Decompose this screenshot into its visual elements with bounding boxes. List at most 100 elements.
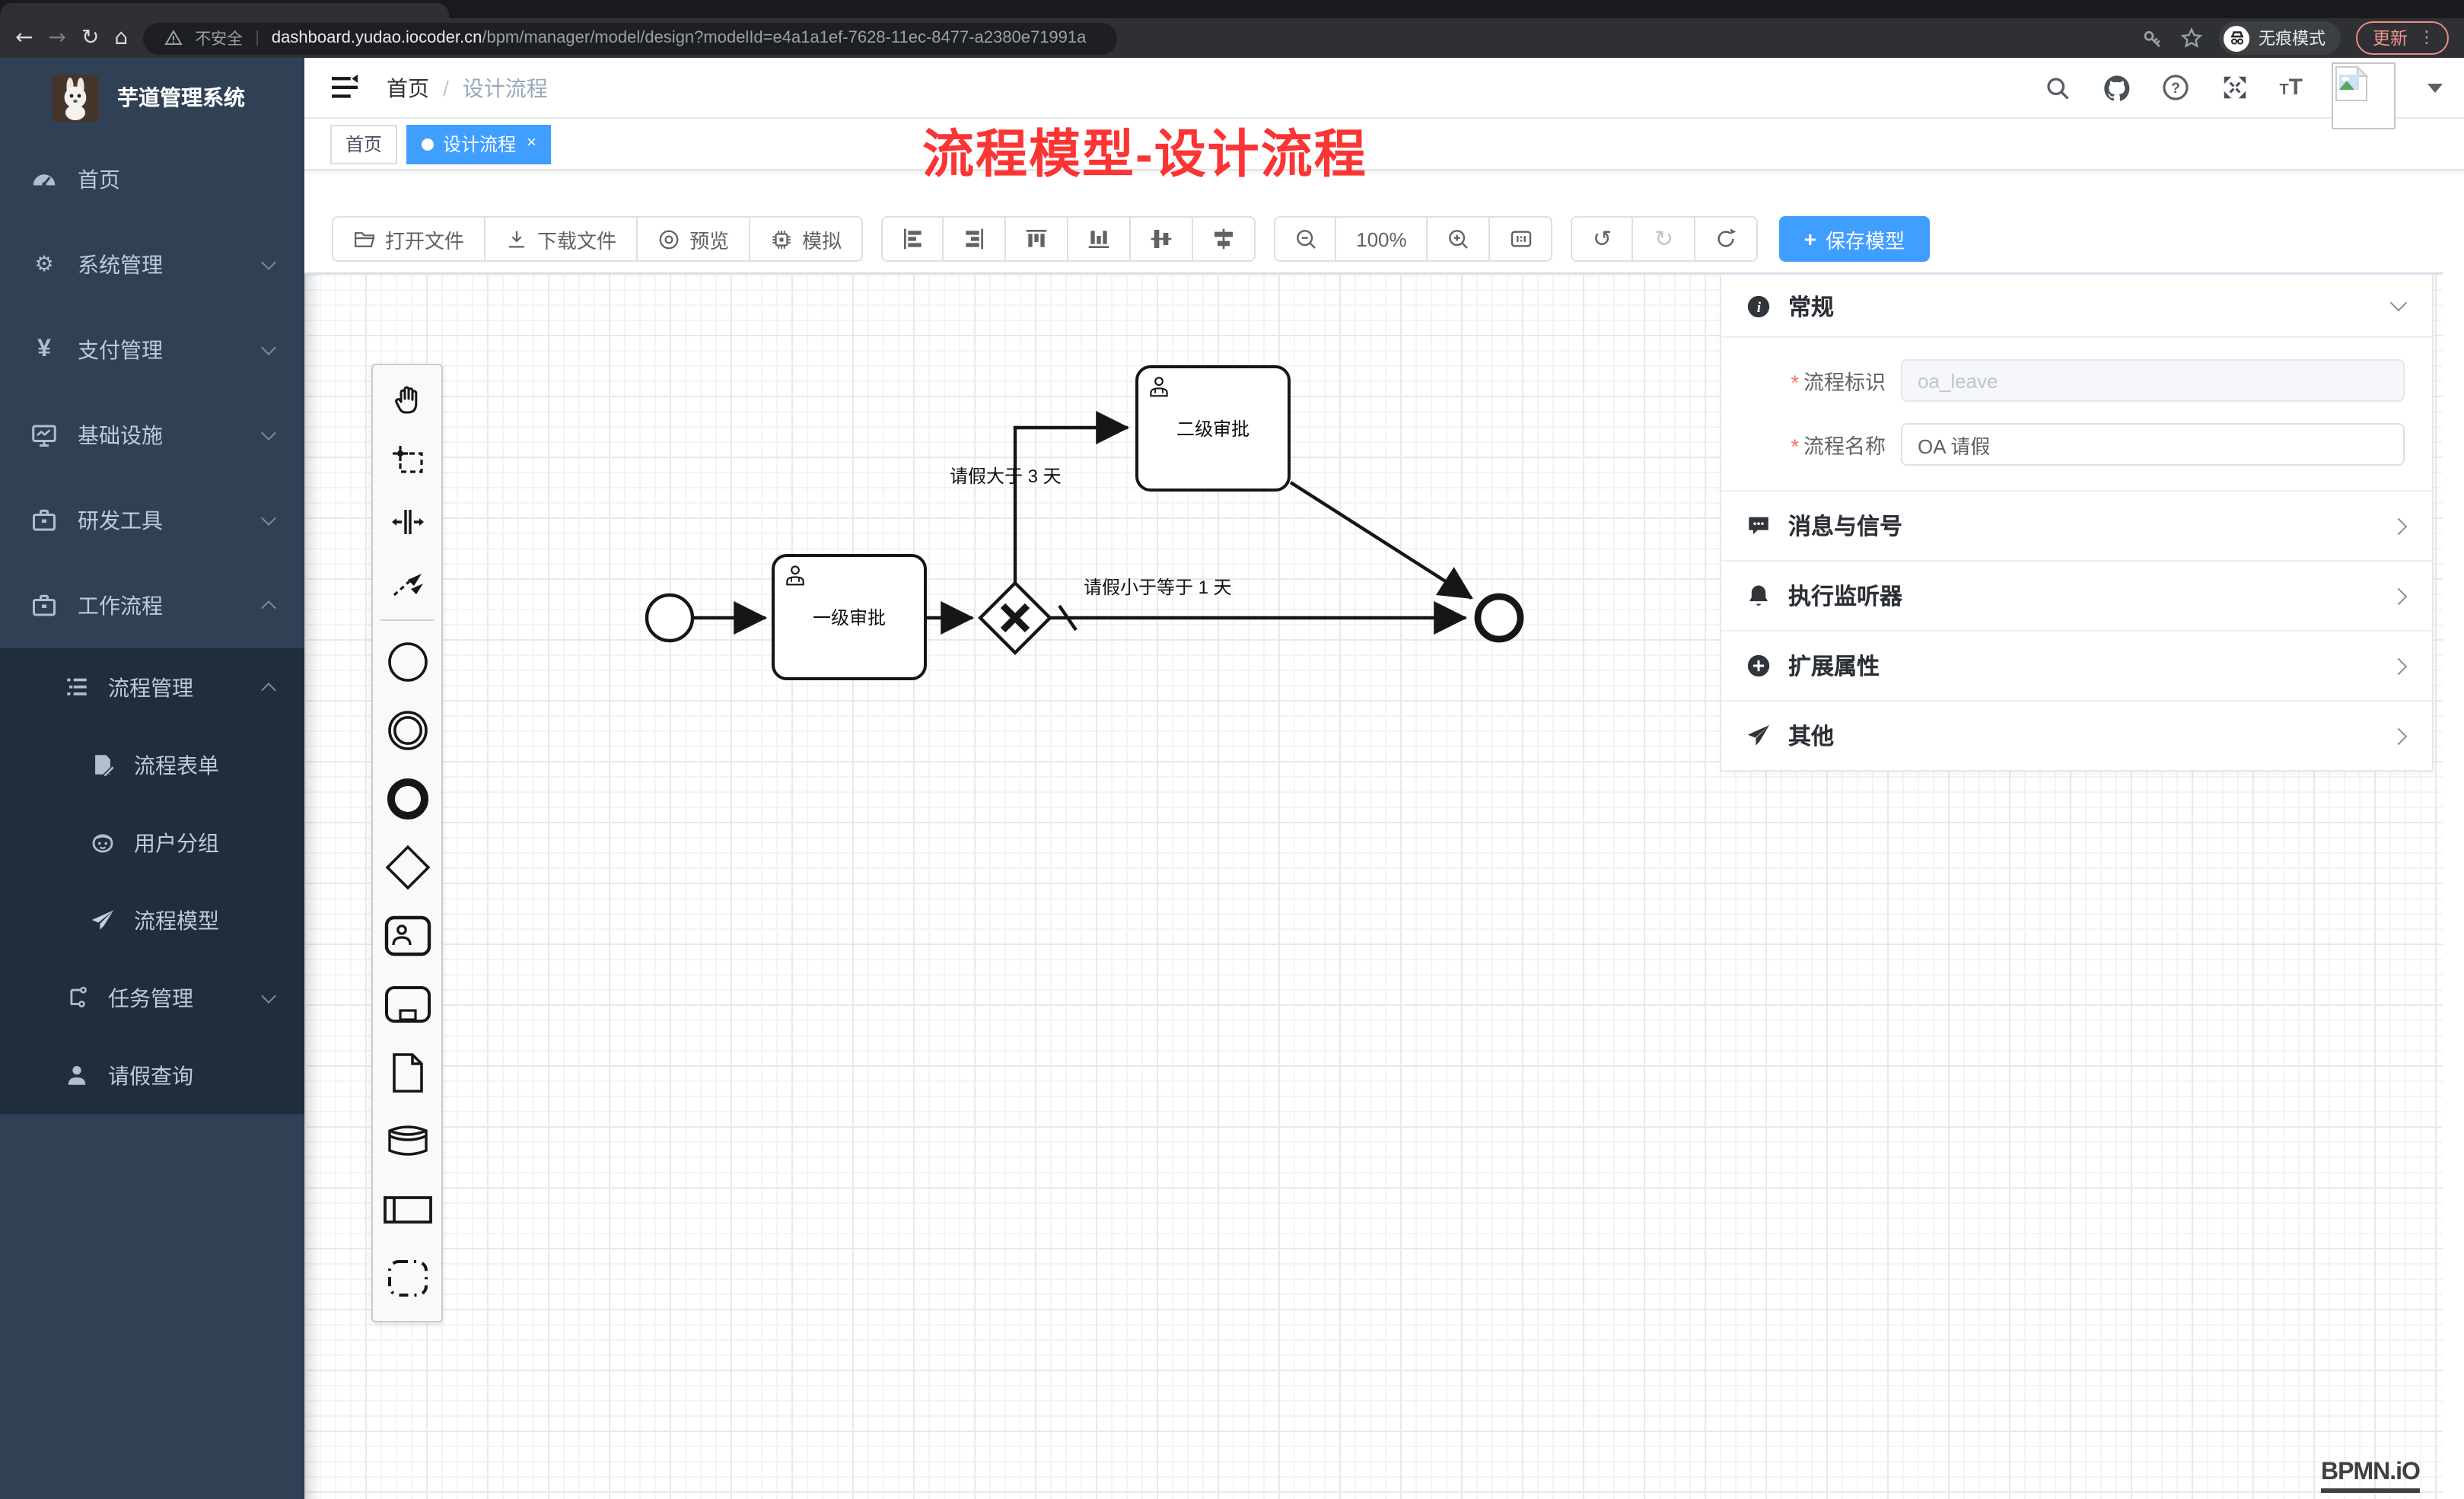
zoom-out-button[interactable] — [1274, 216, 1336, 262]
process-name-input[interactable] — [1901, 423, 2405, 466]
github-icon[interactable] — [2101, 72, 2131, 103]
refresh-button[interactable] — [1696, 216, 1759, 262]
sidebar-item-home[interactable]: 首页 — [0, 137, 304, 222]
sidebar-item-infra[interactable]: 基础设施 — [0, 393, 304, 478]
flow-label-lte-1-day[interactable]: 请假小于等于 1 天 — [1084, 574, 1232, 600]
exclusive-gateway[interactable] — [977, 580, 1053, 656]
sidebar-item-user-group[interactable]: 用户分组 — [0, 804, 304, 881]
button-label: 模拟 — [802, 224, 842, 253]
breadcrumb-home[interactable]: 首页 — [387, 72, 429, 103]
simulate-button[interactable]: 模拟 — [750, 216, 863, 262]
list-icon — [64, 674, 90, 700]
toolbox-icon — [30, 507, 58, 534]
align-button-group — [881, 216, 1256, 262]
browser-active-tab[interactable] — [0, 3, 449, 18]
paper-plane-icon — [90, 907, 116, 933]
section-extension-attrs[interactable]: 扩展属性 — [1721, 630, 2432, 700]
align-left-button[interactable] — [881, 216, 944, 262]
active-tab-dot-icon — [422, 138, 434, 150]
section-general[interactable]: i 常规 — [1721, 275, 2432, 336]
back-icon[interactable]: ← — [15, 27, 33, 49]
chevron-down-icon — [261, 988, 276, 1003]
avatar-dropdown-caret-icon[interactable] — [2427, 83, 2443, 92]
sidebar-item-task-mgmt[interactable]: 任务管理 — [0, 959, 304, 1036]
url-domain: dashboard.yudao.iocoder.cn — [272, 29, 482, 47]
font-size-icon[interactable]: TT — [2279, 75, 2303, 100]
tab-home[interactable]: 首页 — [330, 124, 397, 164]
avatar[interactable] — [2332, 62, 2396, 129]
tab-close-icon[interactable]: × — [527, 135, 536, 152]
designer-toolbar: 打开文件 下载文件 预览 模拟 — [304, 170, 2464, 272]
url-bar[interactable]: 不安全 | dashboard.yudao.iocoder.cn/bpm/man… — [143, 22, 1117, 54]
tab-design-process[interactable]: 设计流程 × — [406, 124, 552, 164]
align-hcenter-button[interactable] — [1193, 216, 1256, 262]
search-icon[interactable] — [2042, 72, 2072, 103]
section-other[interactable]: 其他 — [1721, 700, 2432, 770]
home-icon[interactable]: ⌂ — [114, 27, 128, 49]
preview-button[interactable]: 预览 — [638, 216, 750, 262]
button-label: 保存模型 — [1826, 224, 1905, 253]
align-bottom-button[interactable] — [1068, 216, 1131, 262]
toolbox-icon — [30, 592, 58, 619]
sidebar-fold-icon[interactable] — [330, 75, 359, 100]
task-first-approval[interactable]: 一级审批 — [772, 554, 927, 680]
form-edit-icon — [90, 752, 116, 778]
sidebar-item-devtools[interactable]: 研发工具 — [0, 478, 304, 563]
info-icon: i — [1746, 293, 1772, 319]
sidebar-item-system[interactable]: ⚙ 系统管理 — [0, 222, 304, 307]
sidebar-item-leave-query[interactable]: 请假查询 — [0, 1036, 304, 1114]
sidebar-item-workflow[interactable]: 工作流程 — [0, 563, 304, 648]
sidebar-item-label: 流程模型 — [134, 905, 219, 935]
sidebar-item-process-model[interactable]: 流程模型 — [0, 881, 304, 959]
undo-button[interactable]: ↺ — [1571, 216, 1634, 262]
flow-label-greater-3-days[interactable]: 请假大于 3 天 — [950, 463, 1062, 489]
reload-icon[interactable]: ↻ — [81, 27, 99, 49]
plus-circle-icon — [1746, 653, 1772, 679]
redo-button[interactable]: ↻ — [1634, 216, 1696, 262]
open-file-button[interactable]: 打开文件 — [332, 216, 485, 262]
section-title: 扩展属性 — [1788, 650, 1880, 682]
chevron-right-icon — [2390, 587, 2408, 605]
sidebar-item-label: 研发工具 — [78, 505, 163, 536]
section-title: 其他 — [1788, 720, 1834, 752]
align-vcenter-button[interactable] — [1131, 216, 1193, 262]
workflow-submenu: 流程管理 流程表单 用户分组 — [0, 648, 304, 1114]
logo-rabbit-image — [52, 74, 99, 121]
plus-icon: + — [1804, 228, 1816, 250]
button-label: 预览 — [689, 224, 729, 253]
align-top-button[interactable] — [1006, 216, 1068, 262]
sidebar-item-process-form[interactable]: 流程表单 — [0, 726, 304, 804]
zoom-level-value: 100% — [1356, 228, 1407, 250]
bpmn-canvas[interactable]: 一级审批 二级审批 请假大于 3 天 请假小于等于 1 天 — [304, 272, 2443, 1499]
header-actions: ? TT — [2042, 46, 2443, 129]
chevron-right-icon — [2390, 517, 2408, 535]
bpmn-io-watermark[interactable]: BPMN.iO — [2321, 1459, 2420, 1493]
zoom-in-button[interactable] — [1428, 216, 1491, 262]
section-message-signal[interactable]: 消息与信号 — [1721, 490, 2432, 560]
sidebar-item-process-mgmt[interactable]: 流程管理 — [0, 648, 304, 726]
sidebar-item-label: 流程管理 — [108, 672, 193, 702]
section-execution-listener[interactable]: 执行监听器 — [1721, 560, 2432, 630]
zoom-level: 100% — [1336, 216, 1428, 262]
help-icon[interactable]: ? — [2160, 72, 2191, 103]
task-second-approval[interactable]: 二级审批 — [1135, 365, 1291, 492]
bell-icon — [1746, 583, 1772, 609]
end-event[interactable] — [1473, 592, 1525, 644]
download-file-button[interactable]: 下载文件 — [485, 216, 638, 262]
start-event[interactable] — [644, 592, 696, 644]
chevron-right-icon — [2390, 727, 2408, 745]
svg-text:?: ? — [2172, 81, 2181, 97]
save-model-button[interactable]: + 保存模型 — [1780, 216, 1929, 262]
app-logo[interactable]: 芋道管理系统 — [0, 58, 304, 137]
forward-icon[interactable]: → — [48, 27, 65, 49]
monitor-icon — [30, 422, 58, 449]
sidebar-item-payment[interactable]: ¥ 支付管理 — [0, 307, 304, 393]
process-key-input[interactable] — [1901, 359, 2405, 402]
zoom-reset-button[interactable] — [1491, 216, 1553, 262]
align-right-button[interactable] — [944, 216, 1006, 262]
tab-label: 设计流程 — [443, 131, 516, 157]
fullscreen-icon[interactable] — [2220, 72, 2250, 103]
browser-menu-dots-icon[interactable]: ⋮ — [2418, 30, 2435, 46]
breadcrumb-separator: / — [443, 75, 449, 100]
task-label: 一级审批 — [813, 604, 886, 630]
